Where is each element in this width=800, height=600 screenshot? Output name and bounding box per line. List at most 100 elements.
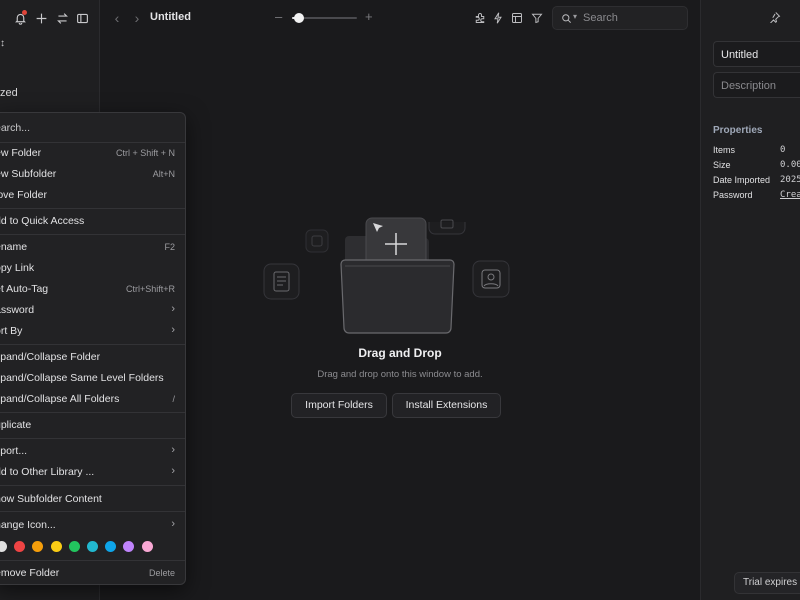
library-switcher[interactable]: ↕ — [0, 38, 16, 52]
menu-item-export[interactable]: xport... › — [0, 441, 185, 461]
chevron-right-icon: › — [171, 444, 175, 456]
menu-item-shortcut: / — [172, 394, 175, 404]
menu-item-show-subfolder-content[interactable]: how Subfolder Content — [0, 489, 185, 509]
bell-icon[interactable] — [10, 8, 30, 28]
bolt-icon[interactable] — [490, 10, 506, 26]
name-field[interactable] — [713, 41, 800, 67]
menu-item-label: love Folder — [0, 189, 47, 201]
description-field[interactable] — [713, 72, 800, 98]
menu-item-expand-collapse-folder[interactable]: xpand/Collapse Folder — [0, 347, 185, 367]
menu-item-label: dd to Quick Access — [0, 215, 85, 227]
menu-divider — [0, 208, 185, 209]
plus-icon[interactable] — [31, 8, 51, 28]
main-content: Drag and Drop Drag and drop onto this wi… — [100, 36, 700, 600]
menu-item-label: opy Link — [0, 262, 35, 274]
color-swatch[interactable] — [105, 541, 117, 552]
install-extensions-button[interactable]: Install Extensions — [392, 393, 501, 418]
puzzle-icon[interactable] — [472, 10, 488, 26]
filter-icon[interactable] — [529, 10, 545, 26]
property-label: Password — [713, 190, 753, 200]
menu-item-label: hange Icon... — [0, 519, 56, 531]
menu-item-expand-collapse-all[interactable]: xpand/Collapse All Folders / — [0, 389, 185, 409]
property-row: Date Imported 2025 — [713, 175, 800, 187]
search-box[interactable]: ▾ — [552, 6, 688, 30]
search-input[interactable] — [583, 10, 683, 26]
sidebar-item-uncategorized[interactable]: zed — [0, 87, 18, 99]
property-row: Size 0.00 — [713, 160, 800, 172]
property-label: Items — [713, 145, 736, 155]
property-label: Date Imported — [713, 175, 771, 185]
menu-item-expand-collapse-same-level[interactable]: xpand/Collapse Same Level Folders — [0, 368, 185, 388]
menu-item-label: et Auto-Tag — [0, 283, 49, 295]
menu-divider — [0, 344, 185, 345]
forward-icon[interactable]: › — [129, 10, 145, 26]
inspector-panel: Properties Items 0 Size 0.00 Date Import… — [700, 0, 800, 600]
create-password-link[interactable]: Crea — [780, 190, 800, 200]
menu-item-shortcut: Alt+N — [152, 169, 175, 179]
description-input[interactable] — [721, 78, 800, 93]
chevron-right-icon: › — [171, 303, 175, 315]
menu-item-label: how Subfolder Content — [0, 493, 102, 505]
zoom-in-icon[interactable]: + — [365, 9, 373, 24]
chevron-right-icon: › — [171, 465, 175, 477]
menu-divider — [0, 485, 185, 486]
menu-item-label: xpand/Collapse Folder — [0, 351, 101, 363]
menu-item-label: ort By — [0, 325, 23, 337]
sidebar-toggle-icon[interactable] — [72, 8, 92, 28]
menu-item-set-auto-tag[interactable]: et Auto-Tag Ctrl+Shift+R — [0, 279, 185, 299]
menu-item-label: xpand/Collapse All Folders — [0, 393, 120, 405]
menu-item-label: emove Folder — [0, 567, 60, 579]
folder-context-menu: ew Folder Ctrl + Shift + N ew Subfolder … — [0, 112, 186, 585]
pin-icon[interactable] — [769, 11, 783, 25]
property-row: Password Crea — [713, 190, 800, 202]
menu-item-rename[interactable]: ename F2 — [0, 237, 185, 257]
menu-item-new-folder[interactable]: ew Folder Ctrl + Shift + N — [0, 143, 185, 163]
import-folders-button[interactable]: Import Folders — [291, 393, 387, 418]
property-value: 0.00 — [780, 160, 800, 170]
color-swatch[interactable] — [68, 541, 80, 552]
notification-dot — [22, 10, 27, 15]
menu-item-label: uplicate — [0, 419, 32, 431]
menu-item-label: ew Subfolder — [0, 168, 57, 180]
layout-icon[interactable] — [509, 10, 525, 26]
chevron-down-icon[interactable]: ▾ — [573, 12, 577, 21]
trial-status-badge[interactable]: Trial expires in — [734, 572, 800, 594]
menu-item-change-icon[interactable]: hange Icon... › — [0, 515, 185, 535]
property-label: Size — [713, 160, 731, 170]
menu-item-add-to-quick-access[interactable]: dd to Quick Access — [0, 211, 185, 231]
zoom-slider[interactable] — [292, 13, 357, 23]
empty-state-subtitle: Drag and drop onto this window to add. — [317, 369, 483, 380]
name-input[interactable] — [721, 47, 800, 62]
menu-item-copy-link[interactable]: opy Link — [0, 258, 185, 278]
menu-divider — [0, 438, 185, 439]
chevron-right-icon: › — [171, 324, 175, 336]
color-swatch[interactable] — [0, 541, 7, 552]
back-icon[interactable]: ‹ — [109, 10, 125, 26]
menu-item-duplicate[interactable]: uplicate — [0, 415, 185, 435]
menu-item-add-to-other-library[interactable]: dd to Other Library ... › — [0, 462, 185, 482]
menu-item-password[interactable]: assword › — [0, 300, 185, 320]
color-swatch[interactable] — [141, 541, 153, 552]
menu-item-shortcut: Delete — [148, 568, 175, 578]
menu-divider — [0, 511, 185, 512]
menu-divider — [0, 560, 185, 561]
color-swatch[interactable] — [32, 541, 44, 552]
swap-icon[interactable] — [52, 8, 72, 28]
color-swatch[interactable] — [14, 541, 26, 552]
menu-item-remove-folder[interactable]: emove Folder Delete — [0, 563, 185, 583]
search-icon — [562, 14, 571, 23]
menu-item-label: xpand/Collapse Same Level Folders — [0, 372, 164, 384]
color-swatch[interactable] — [50, 541, 62, 552]
chevron-right-icon: › — [171, 518, 175, 530]
zoom-out-icon[interactable]: – — [275, 9, 282, 24]
menu-search-input[interactable] — [0, 118, 185, 138]
menu-item-shortcut: F2 — [164, 242, 175, 252]
zoom-slider-thumb[interactable] — [293, 13, 304, 23]
properties-title: Properties — [713, 125, 763, 136]
menu-item-move-folder[interactable]: love Folder — [0, 185, 185, 205]
property-value: 0 — [780, 145, 786, 155]
color-swatch[interactable] — [123, 541, 135, 552]
menu-item-new-subfolder[interactable]: ew Subfolder Alt+N — [0, 164, 185, 184]
menu-item-sort-by[interactable]: ort By › — [0, 321, 185, 341]
color-swatch[interactable] — [87, 541, 98, 552]
